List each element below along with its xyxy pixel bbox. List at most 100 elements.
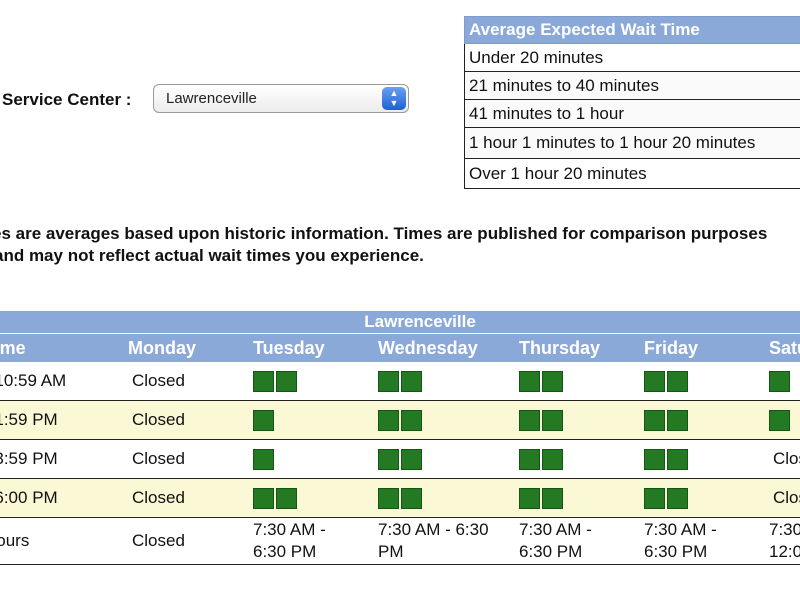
wait-level-square-icon: [401, 409, 422, 431]
wait-indicator-cell: [640, 400, 765, 440]
wait-indicator-cell: [515, 478, 640, 518]
wait-level-square-icon: [542, 370, 563, 392]
wait-indicator-cell: [374, 478, 515, 518]
wait-level-square-icon: [378, 448, 399, 470]
closed-cell: Closed: [124, 362, 249, 401]
service-center-select[interactable]: Lawrenceville ▲ ▼: [153, 84, 409, 113]
wait-indicator-cell: [515, 400, 640, 440]
disclaimer-line-2: and may not reflect actual wait times yo…: [0, 246, 424, 265]
closed-cell: Closed: [124, 400, 249, 440]
legend-row: 1 hour 1 minutes to 1 hour 20 minutes: [464, 127, 800, 159]
wait-indicator-cell: [765, 400, 800, 440]
wait-indicator-cell: [374, 439, 515, 479]
legend-row: 41 minutes to 1 hour: [464, 99, 800, 128]
hours-line: 7:30 AM -: [519, 520, 592, 539]
wait-indicator-cell: [640, 439, 765, 479]
wait-indicator-cell: [515, 362, 640, 401]
wait-level-square-icon: [378, 487, 399, 509]
column-header-monday: Monday: [124, 333, 249, 362]
wait-indicator-cell: [249, 478, 374, 518]
wait-level-square-icon: [276, 487, 297, 509]
wait-indicator-cell: [249, 362, 374, 401]
time-slot-cell: - 1:59 PM: [0, 400, 124, 440]
hours-closed-cell: Closed: [124, 517, 249, 565]
closed-cell: Closed: [124, 478, 249, 518]
schedule-panel: Lawrenceville Time Monday Tuesday Wednes…: [0, 311, 800, 569]
wait-level-square-icon: [519, 370, 540, 392]
wait-time-legend: Average Expected Wait Time Under 20 minu…: [464, 16, 800, 189]
hours-cell: 7:30 AM - 6:30 PM: [249, 517, 374, 565]
hours-cell: 7:30 AM - 12:00 PM: [765, 517, 800, 565]
wait-time-schedule-table: Lawrenceville Time Monday Tuesday Wednes…: [0, 311, 800, 565]
wait-level-square-icon: [644, 409, 665, 431]
legend-row: Under 20 minutes: [464, 43, 800, 72]
select-arrows-icon[interactable]: ▲ ▼: [382, 87, 406, 110]
wait-level-square-icon: [253, 448, 274, 470]
hours-line: 6:30 PM: [644, 542, 708, 561]
table-row: - 3:59 PMClosedClosed: [0, 439, 800, 479]
legend-row: 21 minutes to 40 minutes: [464, 71, 800, 100]
wait-level-square-icon: [769, 370, 790, 392]
table-row: - 10:59 AMClosed: [0, 362, 800, 401]
hours-line: 7:30 AM -: [769, 520, 800, 539]
hours-row: HoursClosed7:30 AM -6:30 PM7:30 AM - 6:3…: [0, 517, 800, 565]
column-header-wednesday: Wednesday: [374, 333, 515, 362]
wait-level-square-icon: [253, 487, 274, 509]
wait-indicator-cell: [765, 362, 800, 401]
column-header-time: Time: [0, 333, 124, 362]
column-header-tuesday: Tuesday: [249, 333, 374, 362]
service-center-label: Service Center :: [2, 90, 132, 109]
wait-indicator-cell: [249, 400, 374, 440]
wait-level-square-icon: [253, 370, 274, 392]
wait-level-square-icon: [378, 370, 399, 392]
wait-level-square-icon: [519, 448, 540, 470]
hours-cell: 7:30 AM - 6:30 PM: [515, 517, 640, 565]
legend-row: Over 1 hour 20 minutes: [464, 158, 800, 189]
hours-cell: 7:30 AM - 6:30 PM: [640, 517, 765, 565]
wait-level-square-icon: [542, 409, 563, 431]
wait-level-square-icon: [667, 448, 688, 470]
wait-indicator-cell: [515, 439, 640, 479]
column-header-friday: Friday: [640, 333, 765, 362]
table-row: - 1:59 PMClosed: [0, 400, 800, 440]
wait-level-square-icon: [253, 409, 274, 431]
time-slot-cell: - 10:59 AM: [0, 362, 124, 401]
wait-level-square-icon: [519, 409, 540, 431]
time-slot-cell: - 3:59 PM: [0, 439, 124, 479]
closed-cell: Closed: [765, 439, 800, 479]
hours-cell: 7:30 AM - 6:30 PM: [374, 517, 515, 565]
wait-level-square-icon: [769, 409, 790, 431]
hours-line: 7:30 AM -: [253, 520, 326, 539]
closed-cell: Closed: [124, 439, 249, 479]
disclaimer-line-1: es are averages based upon historic info…: [0, 224, 768, 243]
wait-level-square-icon: [401, 487, 422, 509]
wait-level-square-icon: [276, 370, 297, 392]
column-header-thursday: Thursday: [515, 333, 640, 362]
hours-line: 7:30 AM -: [644, 520, 717, 539]
disclaimer-text: es are averages based upon historic info…: [0, 223, 800, 267]
hours-line: 6:30 PM: [253, 542, 317, 561]
wait-indicator-cell: [374, 400, 515, 440]
wait-indicator-cell: [640, 478, 765, 518]
wait-level-square-icon: [542, 487, 563, 509]
wait-indicator-cell: [249, 439, 374, 479]
wait-level-square-icon: [644, 448, 665, 470]
wait-level-square-icon: [644, 487, 665, 509]
wait-level-square-icon: [667, 370, 688, 392]
hours-line: 12:00 PM: [769, 542, 800, 561]
wait-indicator-cell: [374, 362, 515, 401]
wait-level-square-icon: [378, 409, 399, 431]
wait-indicator-cell: [640, 362, 765, 401]
service-center-selected-value: Lawrenceville: [166, 90, 257, 107]
hours-line: PM: [378, 542, 404, 561]
column-header-saturday: Saturday: [765, 333, 800, 362]
wait-level-square-icon: [519, 487, 540, 509]
wait-level-square-icon: [644, 370, 665, 392]
hours-line: 7:30 AM - 6:30: [378, 520, 489, 539]
table-row: - 6:00 PMClosedClosed: [0, 478, 800, 518]
closed-cell: Closed: [765, 478, 800, 518]
hours-line: 6:30 PM: [519, 542, 583, 561]
schedule-location-header: Lawrenceville: [0, 311, 800, 334]
legend-title: Average Expected Wait Time: [464, 16, 800, 44]
wait-level-square-icon: [667, 487, 688, 509]
